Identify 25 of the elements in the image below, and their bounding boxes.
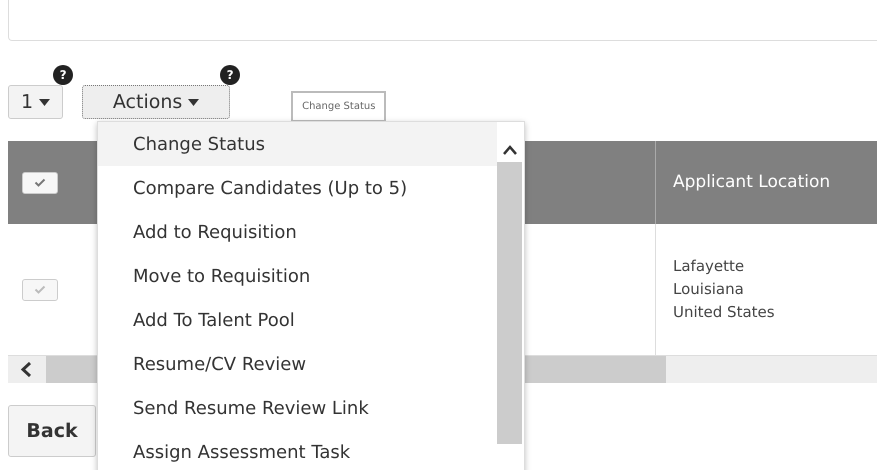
menu-item[interactable]: Move to Requisition xyxy=(98,254,497,298)
caret-icon xyxy=(188,98,200,106)
actions-button[interactable]: Actions xyxy=(82,85,230,119)
select-all-checkbox[interactable] xyxy=(22,172,58,194)
checkmark-icon xyxy=(34,178,46,187)
caret-icon xyxy=(39,98,50,106)
location-text: Louisiana xyxy=(673,278,744,300)
menu-item[interactable]: Change Status xyxy=(98,122,497,166)
location-text: United States xyxy=(673,302,775,324)
menu-item[interactable]: Assign Assessment Task xyxy=(98,430,497,470)
menu-item[interactable]: Add to Requisition xyxy=(98,210,497,254)
menu-item[interactable]: Add To Talent Pool xyxy=(98,298,497,342)
menu-item[interactable]: Resume/CV Review xyxy=(98,342,497,386)
back-button[interactable]: Back xyxy=(8,405,96,457)
checkmark-icon xyxy=(34,285,46,294)
page-selector-button[interactable]: 1 xyxy=(8,85,64,119)
help-badge[interactable]: ? xyxy=(220,65,240,85)
scrollbar-thumb[interactable] xyxy=(497,162,522,444)
menu-item[interactable]: Compare Candidates (Up to 5) xyxy=(98,166,497,210)
menu-item[interactable]: Send Resume Review Link xyxy=(98,386,497,430)
location-text: Lafayette xyxy=(673,256,744,277)
row-checkbox[interactable] xyxy=(22,278,58,300)
help-badge[interactable]: ? xyxy=(53,65,74,85)
scroll-up-icon[interactable] xyxy=(502,144,518,156)
column-header: Applicant Location xyxy=(655,141,877,224)
